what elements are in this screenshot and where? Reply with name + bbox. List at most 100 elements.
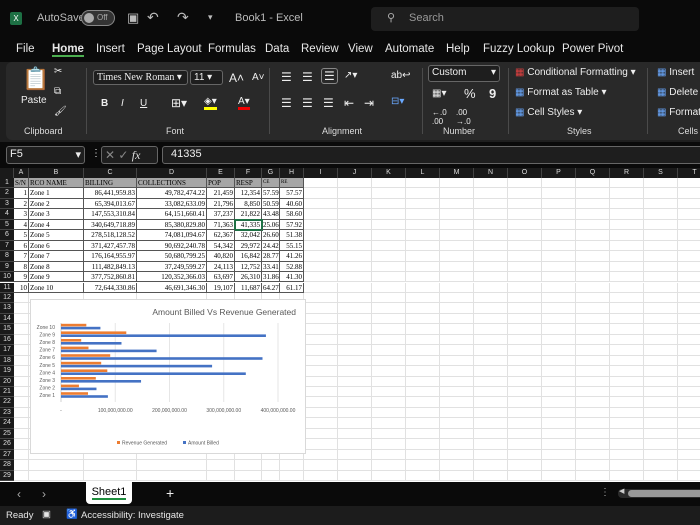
cell[interactable] <box>304 470 338 482</box>
cell[interactable] <box>542 439 576 450</box>
cell[interactable] <box>440 313 474 325</box>
cell[interactable] <box>14 460 29 471</box>
cell[interactable] <box>372 355 406 367</box>
cell[interactable] <box>440 334 474 346</box>
cell[interactable] <box>304 397 338 408</box>
cell[interactable] <box>474 460 508 471</box>
cell[interactable] <box>474 282 508 293</box>
row-header[interactable]: 16 <box>0 334 14 346</box>
cell[interactable] <box>304 272 338 283</box>
cell[interactable] <box>508 292 542 304</box>
row-header[interactable]: 4 <box>0 209 14 220</box>
tab-fuzzy-lookup[interactable]: Fuzzy Lookup <box>483 43 555 55</box>
cell[interactable] <box>304 240 338 252</box>
cell[interactable] <box>304 219 338 231</box>
comma-style-button[interactable]: 9 <box>489 86 496 101</box>
bar-chart[interactable]: Amount Billed Vs Revenue Generated Zone 1… <box>30 299 306 454</box>
cell[interactable] <box>610 470 644 482</box>
cell[interactable] <box>576 470 610 482</box>
cell[interactable] <box>644 449 678 461</box>
cell[interactable] <box>372 240 406 252</box>
cell[interactable] <box>14 387 29 398</box>
cell[interactable] <box>542 376 576 387</box>
cell[interactable] <box>508 303 542 314</box>
cell[interactable] <box>542 240 576 252</box>
conditional-formatting-button[interactable]: ▦ Conditional Formatting ▾ <box>515 67 636 78</box>
cell[interactable] <box>406 376 440 387</box>
cell[interactable] <box>406 282 440 293</box>
cell[interactable] <box>542 282 576 293</box>
cell[interactable] <box>474 303 508 314</box>
cell[interactable]: 50,680,799.25 <box>137 251 207 262</box>
cell[interactable]: 2 <box>14 198 29 210</box>
column-header[interactable]: N <box>474 168 508 178</box>
undo-icon[interactable]: ↶ <box>147 9 159 26</box>
cell[interactable] <box>576 178 610 189</box>
save-icon[interactable]: ▣ <box>127 10 139 26</box>
cell[interactable] <box>576 397 610 408</box>
cell[interactable] <box>304 387 338 398</box>
cell[interactable] <box>304 376 338 387</box>
row-header[interactable]: 25 <box>0 428 14 440</box>
cell[interactable] <box>304 188 338 199</box>
cell[interactable] <box>644 460 678 471</box>
cell[interactable]: 74,081,094.67 <box>137 230 207 241</box>
cell[interactable] <box>474 219 508 231</box>
cell[interactable] <box>338 376 372 387</box>
cell[interactable] <box>610 449 644 461</box>
cell[interactable] <box>262 460 280 471</box>
cell[interactable] <box>474 324 508 335</box>
cell[interactable] <box>29 470 84 482</box>
cell[interactable] <box>304 439 338 450</box>
font-size-select[interactable]: 11 ▾ <box>190 70 223 85</box>
align-center-icon[interactable]: ☰ <box>302 96 313 110</box>
cell[interactable] <box>508 219 542 231</box>
row-header[interactable]: 10 <box>0 272 14 283</box>
row-header[interactable]: 24 <box>0 418 14 429</box>
cell[interactable] <box>542 292 576 304</box>
formula-input[interactable]: 41335 <box>162 146 700 164</box>
cell[interactable]: Zone 5 <box>29 230 84 241</box>
cell[interactable] <box>474 313 508 325</box>
cell[interactable] <box>440 449 474 461</box>
row-header[interactable]: 20 <box>0 376 14 387</box>
cell[interactable] <box>610 209 644 220</box>
cell[interactable] <box>610 303 644 314</box>
cell[interactable] <box>508 261 542 273</box>
cut-icon[interactable]: ✂ <box>54 66 62 77</box>
cell[interactable] <box>338 418 372 429</box>
cell[interactable] <box>372 219 406 231</box>
column-header[interactable]: Q <box>576 168 610 178</box>
cell[interactable]: 28.77 <box>262 251 280 262</box>
cell[interactable]: 9 <box>14 272 29 283</box>
cell[interactable] <box>338 324 372 335</box>
cell[interactable] <box>508 387 542 398</box>
cell[interactable] <box>474 376 508 387</box>
tab-page-layout[interactable]: Page Layout <box>137 43 202 55</box>
cell[interactable] <box>440 209 474 220</box>
cell[interactable] <box>440 324 474 335</box>
cell[interactable] <box>406 240 440 252</box>
cell[interactable] <box>235 460 262 471</box>
cell[interactable] <box>14 376 29 387</box>
format-as-table-button[interactable]: ▦ Format as Table ▾ <box>515 87 607 98</box>
cell[interactable]: 63,697 <box>207 272 235 283</box>
decrease-font-icon[interactable]: A˅ <box>252 72 265 83</box>
cell[interactable] <box>280 460 304 471</box>
cell[interactable]: 58.60 <box>280 209 304 220</box>
accessibility-status[interactable]: Accessibility: Investigate <box>81 510 184 521</box>
cell[interactable] <box>610 230 644 241</box>
cell[interactable] <box>678 356 700 367</box>
cell[interactable] <box>474 397 508 408</box>
cell[interactable]: 72,644,330.86 <box>84 282 137 293</box>
cell[interactable] <box>474 188 508 199</box>
cell[interactable] <box>678 241 700 252</box>
cell[interactable]: 46,691,346.30 <box>137 282 207 293</box>
cell[interactable] <box>304 303 338 314</box>
cell[interactable] <box>508 230 542 241</box>
cell[interactable]: 21,822 <box>235 209 262 220</box>
column-header[interactable]: T <box>678 168 700 178</box>
cell[interactable] <box>610 397 644 408</box>
cell[interactable] <box>644 418 678 429</box>
cell[interactable] <box>406 272 440 283</box>
